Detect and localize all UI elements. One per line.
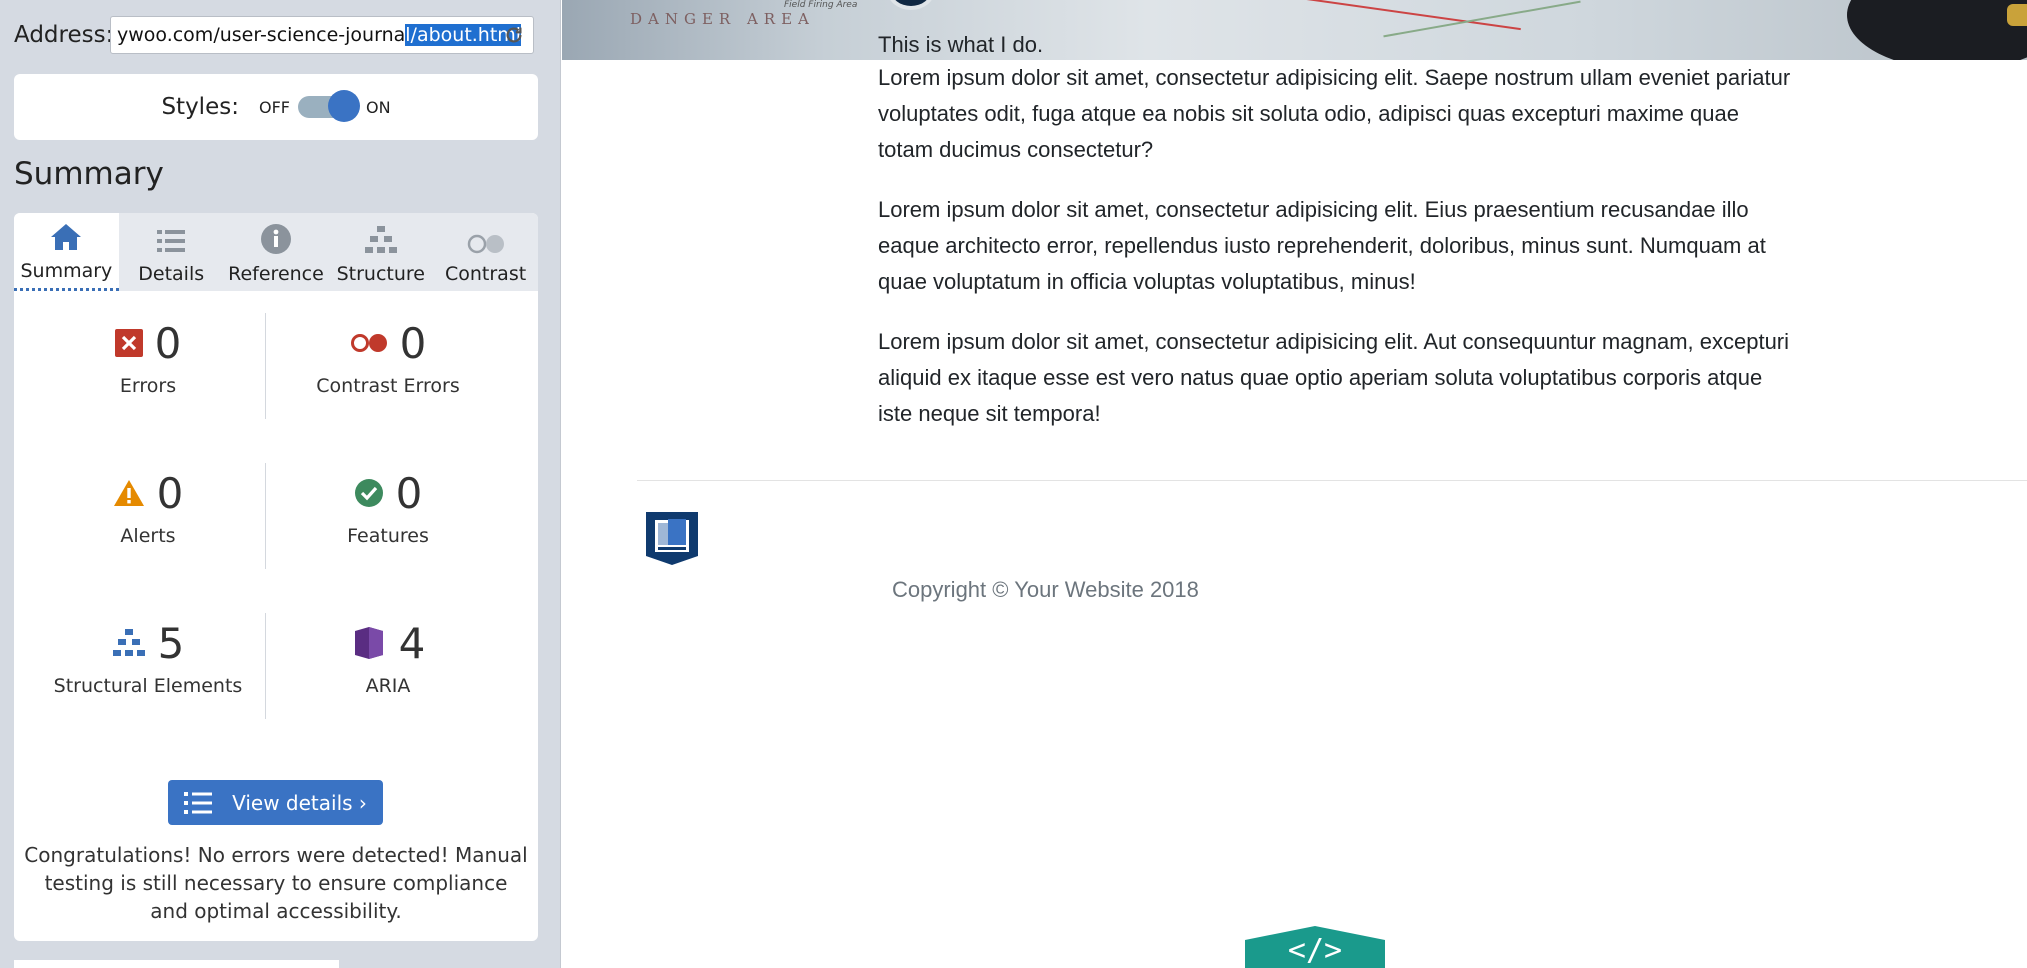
alerts-label: Alerts bbox=[120, 525, 176, 547]
tab-contrast[interactable]: Contrast bbox=[433, 213, 538, 291]
address-input[interactable]: ywoo.com/user-science-journa l/about.html bbox=[110, 16, 534, 54]
address-label: Address: bbox=[14, 22, 114, 48]
tab-summary[interactable]: Summary bbox=[14, 213, 119, 291]
stat-structural[interactable]: 5 Structural Elements bbox=[28, 613, 268, 698]
tab-label: Contrast bbox=[444, 263, 527, 285]
paragraph: Lorem ipsum dolor sit amet, consectetur … bbox=[878, 329, 1790, 426]
stats-row-3: 5 Structural Elements 4 ARIA bbox=[14, 613, 538, 763]
alert-triangle-icon bbox=[113, 480, 144, 506]
paragraph: Lorem ipsum dolor sit amet, consectetur … bbox=[878, 197, 1766, 294]
info-icon bbox=[260, 224, 291, 254]
styles-toggle[interactable] bbox=[297, 90, 360, 122]
errors-label: Errors bbox=[119, 375, 177, 397]
address-row: Address: bbox=[14, 16, 121, 54]
styles-toggle-card: Styles: OFF ON bbox=[14, 74, 538, 140]
alerts-count: 0 bbox=[156, 468, 184, 518]
tab-label: Summary bbox=[20, 260, 113, 282]
footer-divider bbox=[637, 480, 2027, 481]
error-x-icon bbox=[114, 329, 143, 357]
reload-icon[interactable] bbox=[503, 24, 525, 46]
view-details-label: View details › bbox=[232, 790, 367, 815]
list-icon bbox=[157, 230, 186, 252]
banner-graphic bbox=[1847, 0, 2027, 60]
stats-grid: 0 Errors 0 Contrast Errors 0 Alerts 0 Fe… bbox=[14, 313, 538, 763]
check-circle-icon bbox=[354, 479, 383, 507]
address-url-prefix: ywoo.com/user-science-journa bbox=[117, 24, 406, 46]
summary-panel: Summary Details Reference Structure Cont… bbox=[14, 213, 538, 941]
tab-details[interactable]: Details bbox=[119, 213, 224, 291]
styles-on-label: ON bbox=[365, 97, 391, 117]
structural-label: Structural Elements bbox=[53, 675, 243, 697]
stats-row-1: 0 Errors 0 Contrast Errors bbox=[14, 313, 538, 463]
banner-field-text: Field Firing Area bbox=[784, 0, 858, 10]
tab-label: Reference bbox=[228, 263, 324, 285]
congrats-message: Congratulations! No errors were detected… bbox=[24, 843, 528, 923]
contrast-error-icon bbox=[350, 334, 387, 352]
styles-label: Styles: bbox=[161, 94, 239, 120]
aria-count: 4 bbox=[398, 618, 426, 668]
summary-heading: Summary bbox=[14, 156, 164, 192]
bottom-bar bbox=[14, 960, 339, 968]
wave-sidebar: Address: ywoo.com/user-science-journa l/a… bbox=[0, 0, 561, 968]
code-badge-icon[interactable]: </> bbox=[1245, 926, 1385, 968]
code-badge-text: </> bbox=[1288, 933, 1342, 968]
stat-features[interactable]: 0 Features bbox=[268, 463, 508, 548]
map-road bbox=[1263, 0, 1521, 31]
banner-danger-text: DANGER AREA bbox=[630, 10, 815, 28]
intro-text: This is what I do. bbox=[878, 32, 1044, 57]
hierarchy-icon bbox=[112, 629, 145, 656]
page-preview: DANGER AREA Field Firing Area This is wh… bbox=[562, 0, 2027, 968]
tab-label: Structure bbox=[336, 263, 425, 285]
features-count: 0 bbox=[395, 468, 423, 518]
home-icon bbox=[51, 224, 82, 250]
hierarchy-icon bbox=[364, 226, 397, 253]
tab-reference[interactable]: Reference bbox=[224, 213, 329, 291]
tab-bar: Summary Details Reference Structure Cont… bbox=[14, 213, 538, 291]
stat-alerts[interactable]: 0 Alerts bbox=[28, 463, 268, 547]
paragraph: Lorem ipsum dolor sit amet, consectetur … bbox=[878, 65, 1791, 162]
contrast-icon bbox=[467, 234, 504, 254]
stats-row-2: 0 Alerts 0 Features bbox=[14, 463, 538, 613]
stat-aria[interactable]: 4 ARIA bbox=[268, 613, 508, 697]
stat-contrast-errors[interactable]: 0 Contrast Errors bbox=[268, 313, 508, 398]
wave-logo-icon[interactable] bbox=[644, 510, 700, 566]
contrast-errors-label: Contrast Errors bbox=[316, 375, 460, 397]
page-content: This is what I do. Lorem ipsum dolor sit… bbox=[878, 30, 1798, 456]
avatar bbox=[887, 0, 935, 10]
contrast-errors-count: 0 bbox=[399, 318, 427, 368]
features-label: Features bbox=[347, 525, 429, 547]
tab-structure[interactable]: Structure bbox=[328, 213, 433, 291]
list-icon bbox=[184, 791, 213, 814]
structural-count: 5 bbox=[157, 618, 185, 668]
toggle-knob bbox=[327, 90, 360, 122]
aria-cube-icon bbox=[354, 627, 383, 659]
tab-label: Details bbox=[138, 263, 205, 285]
copyright-text: Copyright © Your Website 2018 bbox=[892, 577, 1199, 602]
aria-label: ARIA bbox=[365, 675, 411, 697]
stat-errors[interactable]: 0 Errors bbox=[28, 313, 268, 397]
errors-count: 0 bbox=[154, 318, 182, 368]
view-details-button[interactable]: View details › bbox=[168, 780, 383, 825]
styles-off-label: OFF bbox=[258, 97, 290, 117]
